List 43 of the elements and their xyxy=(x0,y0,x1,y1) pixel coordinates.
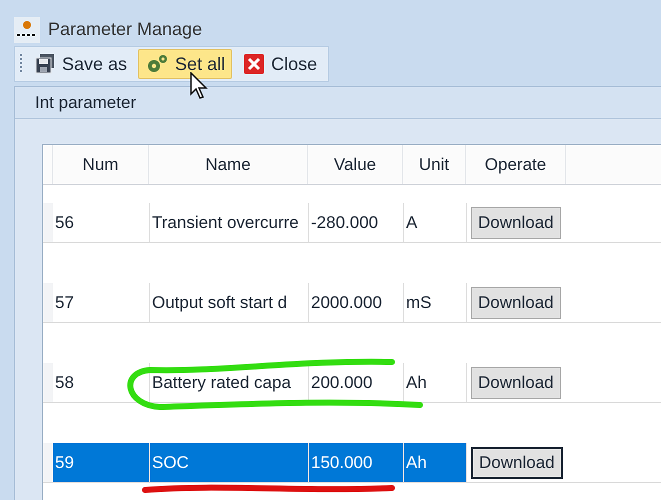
gears-icon xyxy=(145,53,170,75)
download-button[interactable]: Download xyxy=(471,206,561,238)
window-title: Parameter Manage xyxy=(48,18,202,41)
row-header[interactable] xyxy=(43,363,53,402)
table-row[interactable]: 58 Battery rated capa 200.000 Ah xyxy=(53,363,466,402)
column-header[interactable]: Name xyxy=(149,145,308,184)
column-header[interactable]: Unit xyxy=(403,145,466,184)
table-cell: Ah xyxy=(403,363,466,402)
row-header[interactable] xyxy=(43,443,53,482)
mouse-cursor-icon xyxy=(190,72,208,100)
table-row[interactable]: 56 Transient overcurre -280.000 A xyxy=(53,203,466,242)
table-cell: Output soft start d xyxy=(149,283,308,322)
row-header[interactable] xyxy=(43,203,53,242)
close-icon xyxy=(243,53,266,75)
table-cell: 150.000 xyxy=(308,443,403,482)
table-cell-text: 57 xyxy=(54,292,75,314)
table-cell: Transient overcurre xyxy=(149,203,308,242)
table-cell-text: 58 xyxy=(54,372,75,394)
table-cell: mS xyxy=(403,283,466,322)
table-row[interactable]: 59 SOC 150.000 Ah xyxy=(53,443,466,482)
table-cell-text: 59 xyxy=(54,452,75,474)
table-cell: 2000.000 xyxy=(308,283,403,322)
column-header[interactable]: Operate xyxy=(466,145,566,184)
table-cell: Battery rated capa xyxy=(149,363,308,402)
toolbar-button[interactable]: Set all xyxy=(138,49,232,79)
table-row[interactable]: 57 Output soft start d 2000.000 mS xyxy=(53,283,466,322)
download-button[interactable]: Download xyxy=(471,286,561,318)
table-cell-text: 56 xyxy=(54,212,75,234)
toolbar-button[interactable]: Close xyxy=(236,49,324,79)
table-cell: Ah xyxy=(403,443,466,482)
download-button[interactable]: Download xyxy=(471,446,563,478)
column-header[interactable]: Num xyxy=(53,145,149,184)
toolbar-button[interactable]: Save as xyxy=(27,49,134,79)
download-button[interactable]: Download xyxy=(471,366,561,398)
table-cell: SOC xyxy=(149,443,308,482)
save-icon xyxy=(34,53,56,75)
row-header[interactable] xyxy=(43,283,53,322)
table-cell: -280.000 xyxy=(308,203,403,242)
app-icon xyxy=(14,17,40,43)
group-header: Int parameter xyxy=(15,87,661,119)
table-cell: 200.000 xyxy=(308,363,403,402)
column-header[interactable]: Value xyxy=(308,145,403,184)
table-cell: A xyxy=(403,203,466,242)
